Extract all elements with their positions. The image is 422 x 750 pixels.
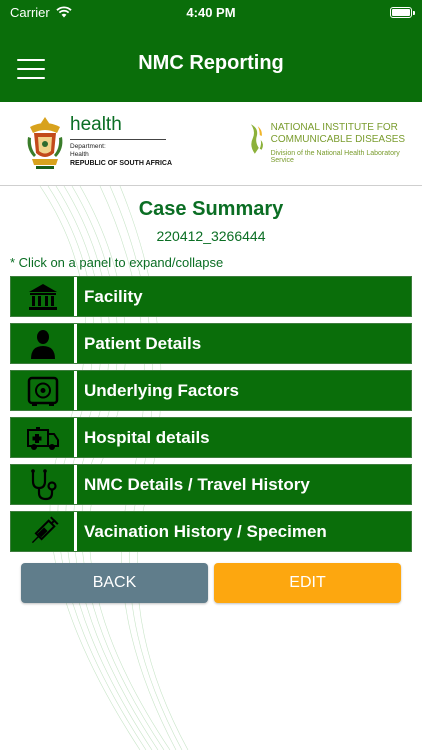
panel-icon-box (11, 277, 77, 316)
nicd-subtitle: Division of the National Health Laborato… (270, 150, 400, 164)
panel-underlying-factors[interactable]: Underlying Factors (10, 370, 412, 411)
nav-bar: NMC Reporting (0, 24, 422, 102)
panel-icon-box (11, 465, 77, 504)
status-bar: Carrier 4:40 PM (0, 0, 422, 24)
back-button[interactable]: BACK (21, 563, 208, 603)
case-id: 220412_3266444 (156, 228, 266, 244)
panel-label: Patient Details (84, 333, 202, 353)
case-summary-title: Case Summary (138, 198, 284, 220)
panel-vaccination-history[interactable]: Vacination History / Specimen (10, 511, 412, 552)
panel-label: NMC Details / Travel History (84, 474, 310, 494)
nicd-logo: NATIONAL INSTITUTE FOR COMMUNICABLE DISE… (247, 122, 422, 164)
safe-icon (27, 376, 58, 406)
health-label: Health (70, 151, 89, 158)
page-title: NMC Reporting (138, 51, 284, 74)
health-word: health (70, 114, 122, 135)
battery-icon (390, 6, 415, 18)
expand-hint: * Click on a panel to expand/collapse (10, 255, 224, 270)
panel-icon-box (11, 371, 77, 410)
panel-label: Underlying Factors (84, 380, 239, 400)
panel-nmc-details[interactable]: NMC Details / Travel History (10, 464, 412, 505)
clock: 4:40 PM (186, 4, 236, 20)
panel-label: Hospital details (84, 427, 210, 447)
panel-facility[interactable]: Facility (10, 276, 412, 317)
panel-label: Vacination History / Specimen (84, 521, 327, 541)
department-label: Department: (70, 143, 106, 150)
panel-label: Facility (84, 286, 143, 306)
panel-icon-box (11, 512, 77, 551)
logo-header: health Department: Health REPUBLIC OF SO… (0, 102, 422, 186)
health-logo: health Department: Health REPUBLIC OF SO… (24, 115, 172, 171)
nicd-title-line1: NATIONAL INSTITUTE FOR (270, 122, 398, 133)
panel-icon-box (11, 324, 77, 363)
building-icon (28, 283, 57, 310)
panel-hospital-details[interactable]: Hospital details (10, 417, 412, 458)
nicd-title-line2: COMMUNICABLE DISEASES (270, 134, 406, 145)
person-icon (30, 329, 55, 359)
coat-of-arms-icon (27, 117, 63, 169)
panel-list: Facility Patient Details Underlying Fact… (10, 276, 412, 558)
panel-icon-box (11, 418, 77, 457)
panel-patient-details[interactable]: Patient Details (10, 323, 412, 364)
edit-button[interactable]: EDIT (214, 563, 401, 603)
nicd-mark-icon (250, 124, 263, 154)
rsa-label: REPUBLIC OF SOUTH AFRICA (70, 160, 173, 167)
ambulance-icon (26, 426, 59, 450)
health-text: health Department: Health REPUBLIC OF SO… (70, 115, 172, 168)
menu-icon[interactable] (17, 59, 45, 79)
stethoscope-icon (30, 468, 57, 500)
syringe-icon (31, 515, 59, 543)
nicd-text: NATIONAL INSTITUTE FOR COMMUNICABLE DISE… (271, 122, 422, 164)
